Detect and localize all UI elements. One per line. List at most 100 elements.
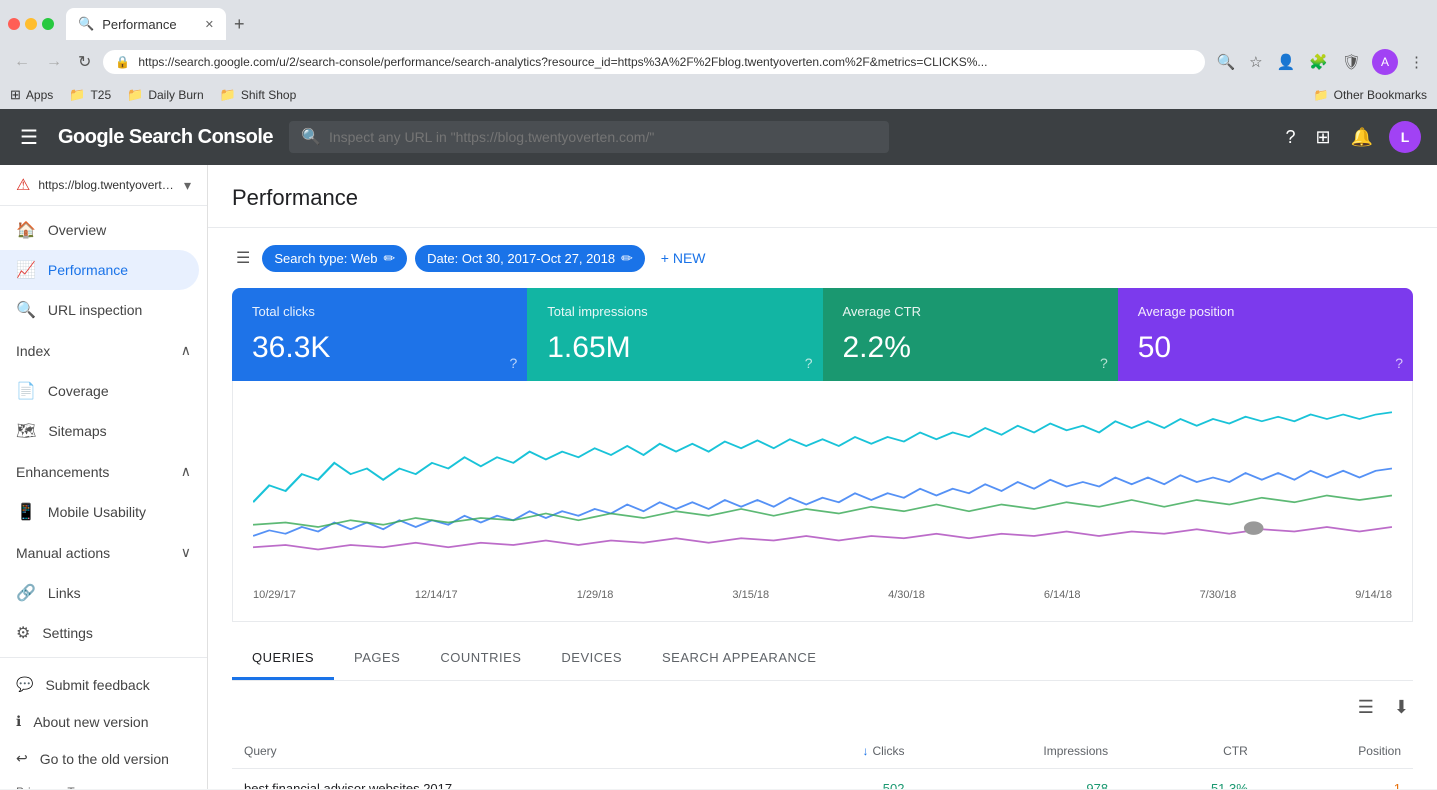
shield-icon[interactable]: 🛡: [1339, 50, 1364, 74]
metric-card-ctr[interactable]: Average CTR 2.2% ?: [823, 288, 1118, 381]
menu-icon[interactable]: ⋮: [1406, 50, 1427, 74]
metric-ctr-info-icon[interactable]: ?: [1100, 355, 1108, 371]
filters-bar: ☰ Search type: Web ✏ Date: Oct 30, 2017-…: [208, 228, 1437, 288]
search-type-filter[interactable]: Search type: Web ✏: [262, 245, 407, 272]
forward-button[interactable]: →: [42, 49, 66, 75]
page-content: Performance ☰ Search type: Web ✏ Date: O…: [208, 165, 1437, 789]
help-button[interactable]: ?: [1281, 123, 1299, 152]
site-selector-arrow-icon: ▾: [184, 177, 191, 194]
minimize-dot[interactable]: [25, 18, 37, 30]
col-header-clicks[interactable]: ↓Clicks: [765, 734, 917, 769]
profile-icon[interactable]: 👤: [1274, 50, 1299, 74]
bookmark-apps[interactable]: ⊞ Apps: [10, 87, 53, 103]
footer-about-new-version[interactable]: ℹ About new version: [0, 703, 207, 740]
x-label-5: 6/14/18: [1044, 589, 1081, 601]
user-avatar-btn[interactable]: A: [1372, 49, 1398, 75]
notifications-button[interactable]: 🔔: [1347, 123, 1377, 152]
x-label-2: 1/29/18: [577, 589, 614, 601]
links-icon: 🔗: [16, 583, 36, 603]
manual-actions-section-header[interactable]: Manual actions ∨: [0, 536, 207, 569]
table-download-button[interactable]: ⬇: [1390, 693, 1413, 722]
footer-go-to-old-version[interactable]: ↩ Go to the old version: [0, 740, 207, 777]
main-nav-section: 🏠 Overview 📈 Performance 🔍 URL inspectio…: [0, 206, 207, 334]
tab-devices[interactable]: DEVICES: [541, 638, 642, 680]
tab-search-appearance[interactable]: SEARCH APPEARANCE: [642, 638, 836, 680]
sidebar-item-settings[interactable]: ⚙ Settings: [0, 613, 199, 653]
alert-icon: ⚠: [16, 175, 30, 195]
gsc-search-input[interactable]: [329, 129, 877, 145]
queries-table: Query ↓Clicks Impressions CTR Position b…: [232, 734, 1413, 789]
col-header-ctr[interactable]: CTR: [1120, 734, 1260, 769]
lock-icon: 🔒: [115, 55, 130, 69]
sidebar-item-sitemaps[interactable]: 🗺 Sitemaps: [0, 411, 199, 451]
search-icon-btn[interactable]: 🔍: [1213, 50, 1238, 74]
other-bookmarks-folder-icon: 📁: [1314, 88, 1329, 102]
bookmark-apps-label: Apps: [26, 88, 53, 102]
metric-impressions-info-icon[interactable]: ?: [805, 355, 813, 371]
browser-chrome: 🔍 Performance ✕ + ← → ↻ 🔒 https://search…: [0, 0, 1437, 109]
metric-ctr-value: 2.2%: [843, 331, 1098, 365]
metrics-grid: Total clicks 36.3K ? Total impressions 1…: [232, 288, 1413, 381]
enhancements-section-header[interactable]: Enhancements ∧: [0, 455, 207, 488]
x-label-4: 4/30/18: [888, 589, 925, 601]
extensions-icon[interactable]: 🧩: [1306, 50, 1331, 74]
apps-grid-icon: ⊞: [10, 87, 21, 103]
x-label-1: 12/14/17: [415, 589, 458, 601]
other-bookmarks[interactable]: 📁 Other Bookmarks: [1314, 88, 1427, 102]
x-label-7: 9/14/18: [1355, 589, 1392, 601]
metric-clicks-info-icon[interactable]: ?: [509, 355, 517, 371]
col-header-impressions[interactable]: Impressions: [916, 734, 1120, 769]
terms-link[interactable]: Terms: [67, 785, 100, 789]
col-header-position[interactable]: Position: [1260, 734, 1413, 769]
metric-clicks-value: 36.3K: [252, 331, 507, 365]
col-header-query: Query: [232, 734, 765, 769]
metric-impressions-value: 1.65M: [547, 331, 802, 365]
close-dot[interactable]: [8, 18, 20, 30]
privacy-link[interactable]: Privacy: [16, 785, 55, 789]
sidebar-item-url-inspection[interactable]: 🔍 URL inspection: [0, 290, 199, 330]
bookmark-shift-shop[interactable]: 📁 Shift Shop: [220, 87, 297, 103]
sidebar-item-coverage[interactable]: 📄 Coverage: [0, 371, 199, 411]
metric-card-clicks[interactable]: Total clicks 36.3K ?: [232, 288, 527, 381]
tab-countries[interactable]: COUNTRIES: [420, 638, 541, 680]
apps-grid-button[interactable]: ⊞: [1311, 123, 1334, 152]
gsc-search-box[interactable]: 🔍: [289, 121, 889, 153]
bookmark-daily-burn[interactable]: 📁 Daily Burn: [127, 87, 204, 103]
sidebar: ⚠ https://blog.twentyoverten.co... ▾ 🏠 O…: [0, 165, 208, 789]
maximize-dot[interactable]: [42, 18, 54, 30]
add-filter-button[interactable]: + NEW: [653, 245, 714, 271]
footer-submit-feedback[interactable]: 💬 Submit feedback: [0, 666, 207, 703]
sidebar-item-overview[interactable]: 🏠 Overview: [0, 210, 199, 250]
date-range-filter[interactable]: Date: Oct 30, 2017-Oct 27, 2018 ✏: [415, 245, 645, 272]
filter-icon-button[interactable]: ☰: [232, 244, 254, 272]
footer-legal-links: Privacy Terms: [0, 777, 207, 789]
metric-card-impressions[interactable]: Total impressions 1.65M ?: [527, 288, 822, 381]
new-tab-button[interactable]: +: [226, 10, 253, 39]
table-filter-button[interactable]: ☰: [1354, 693, 1378, 722]
address-bar[interactable]: 🔒 https://search.google.com/u/2/search-c…: [103, 50, 1205, 74]
sidebar-item-performance[interactable]: 📈 Performance: [0, 250, 199, 290]
user-profile-button[interactable]: L: [1389, 121, 1421, 153]
bookmark-t25[interactable]: 📁 T25: [69, 87, 111, 103]
metric-position-info-icon[interactable]: ?: [1395, 355, 1403, 371]
site-selector[interactable]: ⚠ https://blog.twentyoverten.co... ▾: [0, 165, 207, 206]
reload-button[interactable]: ↻: [74, 48, 95, 76]
manual-actions-collapse-icon: ∨: [181, 544, 191, 561]
sidebar-item-coverage-label: Coverage: [48, 383, 109, 399]
tab-pages[interactable]: PAGES: [334, 638, 420, 680]
table-container: ☰ ⬇ Query ↓Clicks Impressions CTR Positi…: [232, 681, 1413, 789]
back-button[interactable]: ←: [10, 49, 34, 75]
index-section-header[interactable]: Index ∧: [0, 334, 207, 367]
sidebar-item-mobile-usability[interactable]: 📱 Mobile Usability: [0, 492, 199, 532]
tab-close-button[interactable]: ✕: [205, 18, 214, 31]
tab-queries[interactable]: QUERIES: [232, 638, 334, 680]
metric-card-position[interactable]: Average position 50 ?: [1118, 288, 1413, 381]
index-nav-section: 📄 Coverage 🗺 Sitemaps: [0, 367, 207, 455]
active-tab[interactable]: 🔍 Performance ✕: [66, 8, 226, 40]
gsc-logo: Google Search Console: [58, 126, 273, 149]
sidebar-item-links[interactable]: 🔗 Links: [0, 573, 199, 613]
hamburger-button[interactable]: ☰: [16, 121, 42, 154]
browser-toolbar: ← → ↻ 🔒 https://search.google.com/u/2/se…: [0, 40, 1437, 84]
settings-icon: ⚙: [16, 623, 30, 643]
bookmark-star-icon[interactable]: ☆: [1246, 50, 1265, 74]
